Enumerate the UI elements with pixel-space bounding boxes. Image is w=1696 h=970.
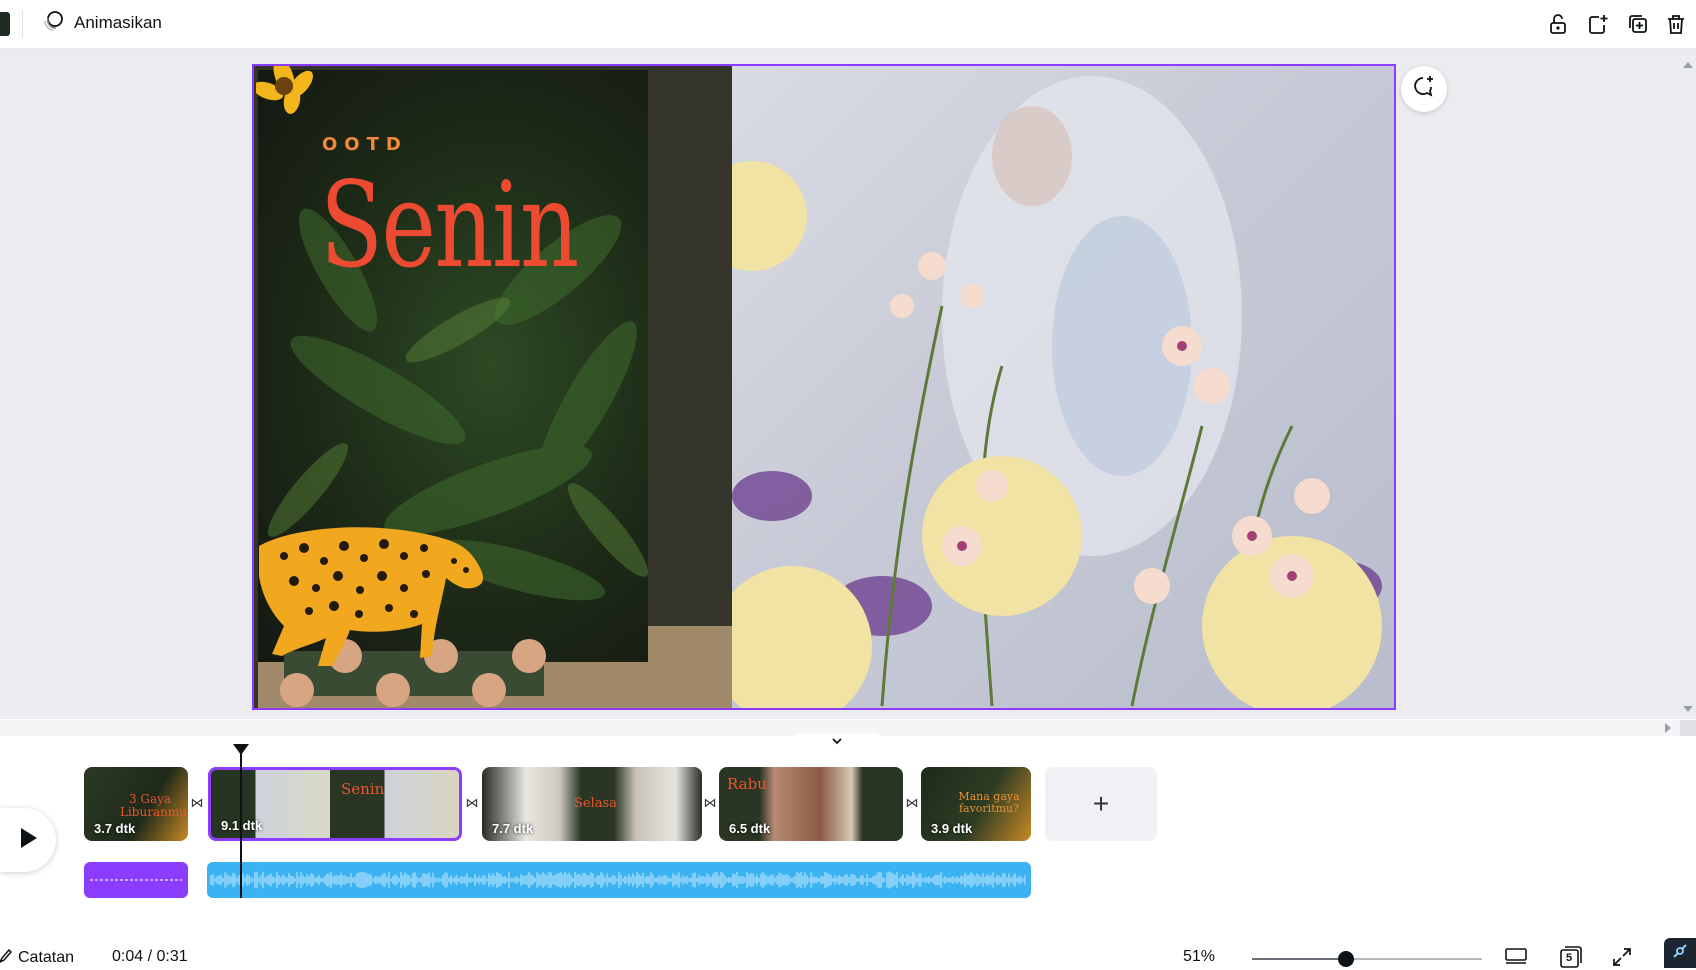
add-comment-button[interactable] xyxy=(1401,66,1447,112)
grid-view-icon[interactable] xyxy=(1502,944,1530,970)
scene-duration: 6.5 dtk xyxy=(729,821,771,836)
play-icon xyxy=(17,826,39,855)
scene-thumb-text: Selasa xyxy=(574,796,617,811)
scene-thumbnail-3[interactable]: Selasa 7.7 dtk xyxy=(482,767,702,841)
scene-duration: 3.9 dtk xyxy=(931,821,973,836)
add-page-icon[interactable] xyxy=(1582,8,1614,40)
collapse-timeline-button[interactable] xyxy=(792,733,882,749)
scene-duration: 3.7 dtk xyxy=(94,821,136,836)
top-toolbar xyxy=(0,0,1696,49)
playback-time: 0:04 / 0:31 xyxy=(112,948,188,965)
transition-icon[interactable]: ⋈ xyxy=(190,795,204,810)
flowers-photo[interactable] xyxy=(732,66,1394,708)
duplicate-page-icon[interactable] xyxy=(1622,8,1654,40)
transition-icon[interactable]: ⋈ xyxy=(703,795,717,810)
ootd-heading[interactable]: OOTD xyxy=(322,134,408,155)
scene-thumbnail-5[interactable]: Mana gaya favoritmu? 3.9 dtk xyxy=(921,767,1031,841)
pages-button[interactable]: 5 xyxy=(1556,944,1584,970)
animate-icon xyxy=(42,9,66,38)
audio-track-purple[interactable] xyxy=(84,862,188,898)
senin-heading[interactable]: Senin xyxy=(320,166,579,284)
zoom-slider-fill xyxy=(1252,958,1346,960)
notes-button[interactable]: Catatan xyxy=(0,946,74,970)
comment-plus-icon xyxy=(1411,74,1437,105)
help-icon xyxy=(1670,941,1690,966)
zoom-percentage[interactable]: 51% xyxy=(1183,948,1215,966)
zoom-slider-thumb[interactable] xyxy=(1338,951,1354,967)
toolbar-divider xyxy=(22,10,23,38)
trash-icon[interactable] xyxy=(1660,8,1692,40)
scene-thumb-text: 3 Gaya Liburanmu xyxy=(120,792,187,819)
scene-thumbnail-4[interactable]: Rabu 6.5 dtk xyxy=(719,767,903,841)
pencil-icon xyxy=(0,948,13,969)
add-scene-button[interactable]: + xyxy=(1045,767,1157,841)
scene-thumb-text: Mana gaya favoritmu? xyxy=(958,790,1020,815)
sunflower-image[interactable] xyxy=(254,66,326,126)
audio-track-music[interactable] xyxy=(207,862,1031,898)
animate-button[interactable]: Animasikan xyxy=(36,6,168,40)
scene-thumb-text: Rabu xyxy=(727,775,767,793)
chevron-down-icon xyxy=(831,732,843,750)
vertical-scrollbar[interactable] xyxy=(1680,56,1696,716)
transition-icon[interactable]: ⋈ xyxy=(905,795,919,810)
scene-thumb-text: Senin xyxy=(341,780,385,798)
notes-label: Catatan xyxy=(18,949,75,966)
transition-icon[interactable]: ⋈ xyxy=(465,795,479,810)
pages-icon: 5 xyxy=(1558,946,1582,968)
scene-thumbnail-2[interactable]: Senin 9.1 dtk xyxy=(208,767,462,841)
lock-open-icon[interactable] xyxy=(1542,8,1574,40)
playhead-handle[interactable] xyxy=(233,744,249,755)
fullscreen-icon[interactable] xyxy=(1608,944,1636,970)
help-button[interactable] xyxy=(1664,938,1696,968)
footer-bar xyxy=(0,940,1696,968)
animate-label: Animasikan xyxy=(74,13,162,32)
page-count: 5 xyxy=(1566,952,1573,964)
leopard-image[interactable] xyxy=(254,506,494,686)
scene-thumbnail-1[interactable]: 3 Gaya Liburanmu 3.7 dtk xyxy=(84,767,188,841)
scene-duration: 7.7 dtk xyxy=(492,821,534,836)
color-swatch[interactable] xyxy=(0,12,10,36)
design-page[interactable]: OOTD Senin xyxy=(252,64,1396,710)
playhead-line xyxy=(240,750,242,898)
